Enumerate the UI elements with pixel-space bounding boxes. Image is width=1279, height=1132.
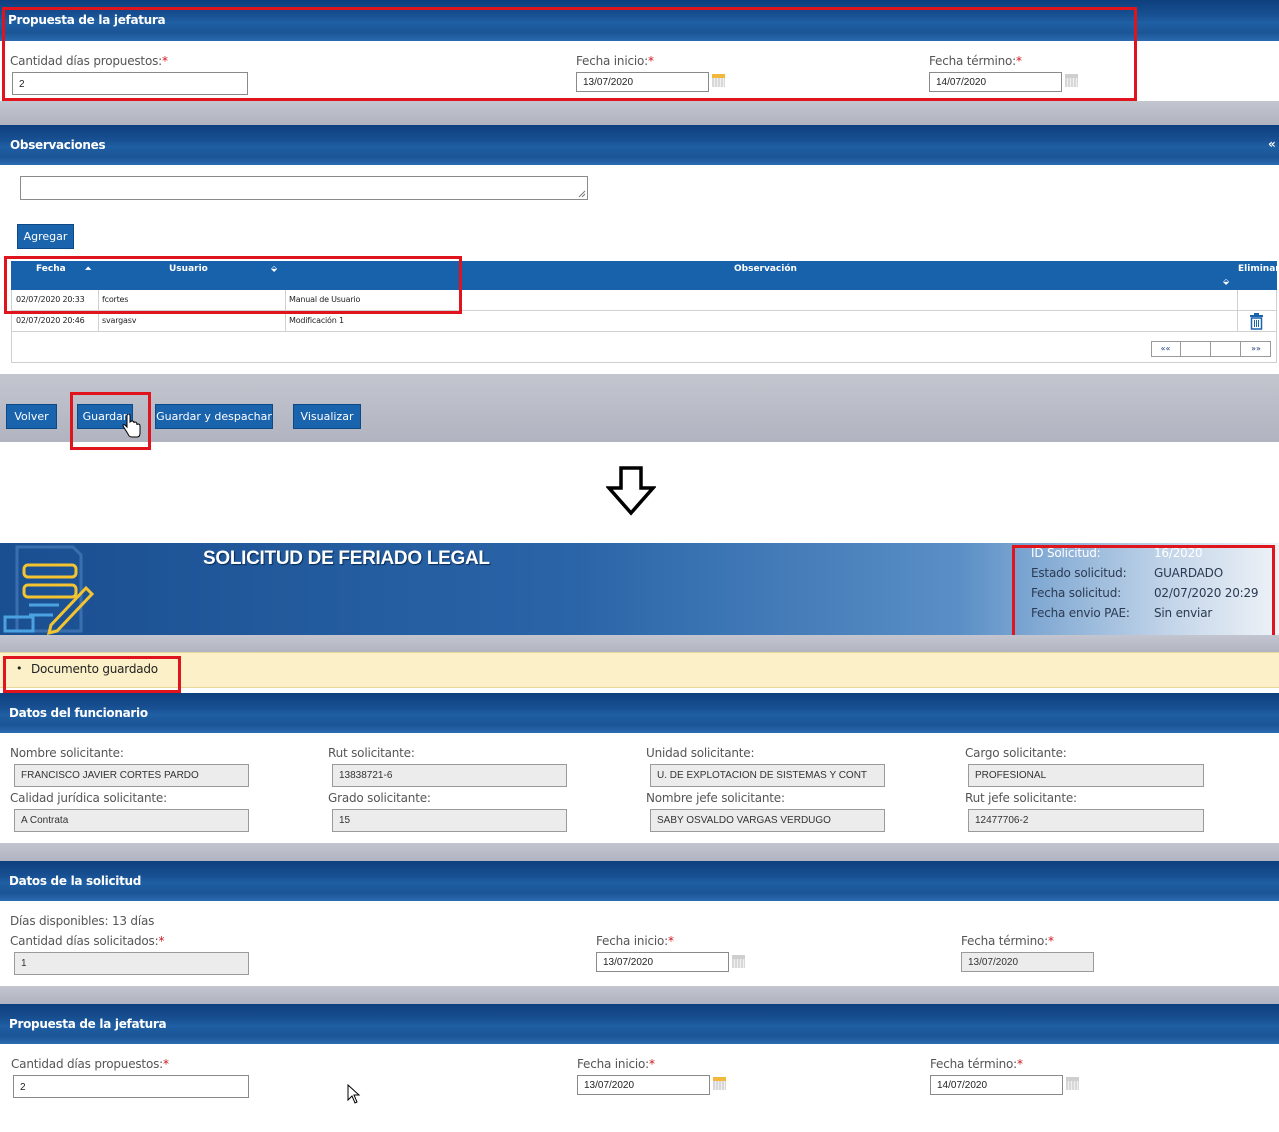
- row-divider: [11, 331, 1277, 332]
- divider-stripe: [0, 101, 1279, 125]
- fecha-inicio-input[interactable]: 13/07/2020: [577, 1075, 710, 1095]
- cantidad-input[interactable]: 2: [13, 1075, 249, 1098]
- pager-first-button[interactable]: ««: [1151, 341, 1181, 357]
- section-title: Observaciones: [10, 138, 106, 152]
- arrow-down-icon: [606, 466, 656, 516]
- section-header-funcionario: Datos del funcionario: [0, 693, 1279, 733]
- section-header-observaciones: Observaciones «: [0, 125, 1279, 165]
- arrow-cursor-icon: [347, 1084, 361, 1104]
- pager-next-button[interactable]: [1211, 341, 1241, 357]
- nombre-jefe-field[interactable]: SABY OSVALDO VARGAS VERDUGO: [650, 809, 885, 832]
- fecha-termino-label: Fecha término:*: [961, 934, 1054, 948]
- fecha-termino-label: Fecha término:*: [930, 1057, 1023, 1071]
- fecha-termino-field[interactable]: 13/07/2020: [961, 952, 1094, 972]
- section-header-solicitud: Datos de la solicitud: [0, 861, 1279, 901]
- pager-prev-button[interactable]: [1181, 341, 1211, 357]
- observacion-textarea[interactable]: [20, 176, 588, 200]
- highlight-box: [2, 7, 1137, 101]
- col-observacion[interactable]: Observación: [734, 264, 797, 274]
- page-title: SOLICITUD DE FERIADO LEGAL: [203, 548, 490, 569]
- form-pencil-icon: [3, 545, 95, 635]
- calendar-icon[interactable]: [713, 1077, 726, 1090]
- sort-icon[interactable]: ⬙: [1223, 277, 1229, 286]
- field-label: Nombre solicitante:: [10, 746, 124, 760]
- resize-handle-icon[interactable]: [578, 190, 586, 198]
- dias-disponibles: Días disponibles: 13 días: [10, 914, 155, 928]
- cargo-solicitante-field[interactable]: PROFESIONAL: [968, 764, 1204, 787]
- cantidad-solicitados-field[interactable]: 1: [14, 952, 249, 975]
- trash-icon[interactable]: [1249, 313, 1264, 330]
- hand-cursor-icon: [122, 414, 141, 438]
- calendar-icon[interactable]: [1066, 1077, 1079, 1090]
- highlight-box: [3, 656, 181, 693]
- rut-solicitante-field[interactable]: 13838721-6: [332, 764, 567, 787]
- message-box: [0, 652, 1279, 688]
- field-label: Cargo solicitante:: [965, 746, 1067, 760]
- cell-usuario: svargasv: [102, 316, 137, 325]
- volver-button[interactable]: Volver: [6, 404, 57, 429]
- guardar-despachar-button[interactable]: Guardar y despachar: [155, 404, 273, 429]
- cantidad-label: Cantidad días propuestos:*: [11, 1057, 169, 1071]
- visualizar-button[interactable]: Visualizar: [293, 404, 361, 429]
- field-label: Nombre jefe solicitante:: [646, 791, 785, 805]
- rut-jefe-field[interactable]: 12477706-2: [968, 809, 1204, 832]
- nombre-solicitante-field[interactable]: FRANCISCO JAVIER CORTES PARDO: [14, 764, 249, 787]
- cell-observacion: Modificación 1: [289, 316, 344, 325]
- highlight-box: [4, 256, 462, 314]
- divider-stripe: [0, 635, 1279, 652]
- col-eliminar: Eliminar: [1238, 264, 1279, 274]
- section-header-propuesta: Propuesta de la jefatura: [0, 1004, 1279, 1044]
- agregar-button[interactable]: Agregar: [17, 224, 74, 249]
- field-label: Rut solicitante:: [328, 746, 415, 760]
- section-title: Datos del funcionario: [9, 706, 148, 720]
- field-label: Calidad jurídica solicitante:: [10, 791, 167, 805]
- field-label: Rut jefe solicitante:: [965, 791, 1077, 805]
- divider-stripe: [0, 986, 1279, 1004]
- calidad-juridica-field[interactable]: A Contrata: [14, 809, 249, 832]
- fecha-inicio-label: Fecha inicio:*: [596, 934, 674, 948]
- fecha-inicio-input[interactable]: 13/07/2020: [596, 952, 729, 972]
- cantidad-solicitados-label: Cantidad días solicitados:*: [10, 934, 165, 948]
- divider-stripe: [0, 843, 1279, 861]
- section-title: Datos de la solicitud: [9, 874, 142, 888]
- fecha-inicio-label: Fecha inicio:*: [577, 1057, 655, 1071]
- grado-solicitante-field[interactable]: 15: [332, 809, 567, 832]
- highlight-box: [1012, 545, 1275, 642]
- unidad-solicitante-field[interactable]: U. DE EXPLOTACION DE SISTEMAS Y CONT: [650, 764, 885, 787]
- field-label: Grado solicitante:: [328, 791, 431, 805]
- collapse-icon[interactable]: «: [1268, 137, 1276, 151]
- calendar-icon[interactable]: [732, 955, 745, 968]
- pager-last-button[interactable]: »»: [1241, 341, 1271, 357]
- col-divider: [1237, 290, 1238, 331]
- fecha-termino-input[interactable]: 14/07/2020: [930, 1075, 1063, 1095]
- cell-fecha: 02/07/2020 20:46: [16, 316, 85, 325]
- field-label: Unidad solicitante:: [646, 746, 755, 760]
- section-title: Propuesta de la jefatura: [9, 1017, 167, 1031]
